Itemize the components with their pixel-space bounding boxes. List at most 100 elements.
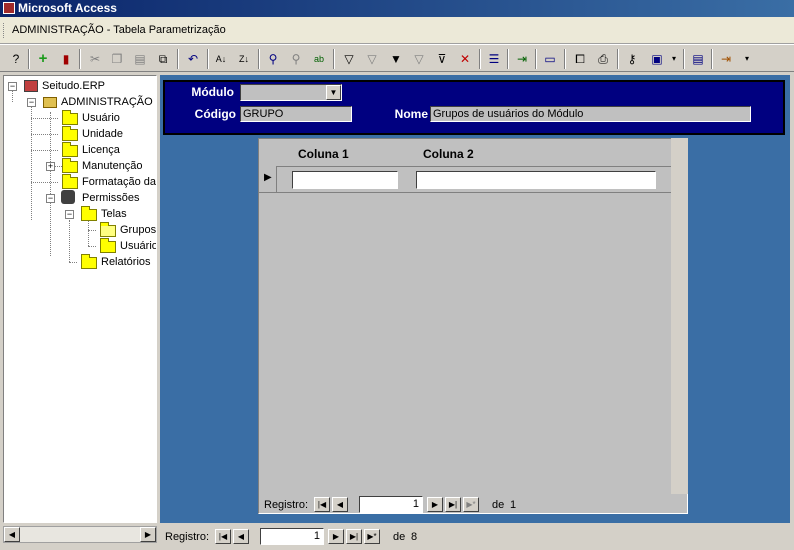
subform-nav-total: 1: [510, 499, 517, 511]
print-icon[interactable]: ⎙: [593, 49, 613, 69]
coluna2-input[interactable]: [416, 171, 656, 189]
tree-item-label: ADMINISTRAÇÃO: [61, 96, 153, 108]
new-record-icon[interactable]: +: [33, 49, 53, 69]
toolbar-separator: [79, 49, 81, 69]
subform-record-navigator: Registro: |◀ ◀ 1 ▶ ▶| ▶* de 1: [264, 496, 684, 514]
find-icon[interactable]: ⚲: [263, 49, 283, 69]
properties-icon[interactable]: ☰: [484, 49, 504, 69]
apply-filter-icon[interactable]: ▼: [386, 49, 406, 69]
modulo-label: Módulo: [191, 85, 234, 99]
scroll-right-icon[interactable]: ▶: [140, 527, 156, 542]
subform-nav-label: Registro:: [264, 499, 309, 511]
subform-record-number[interactable]: 1: [359, 496, 423, 513]
record-selector[interactable]: ▶: [259, 166, 277, 192]
toolbar-separator: [617, 49, 619, 69]
tree-item-unidade[interactable]: Unidade: [82, 126, 123, 142]
tree-item-manutencao[interactable]: Manutenção: [82, 158, 143, 174]
tree-item-permissoes[interactable]: Permissões: [82, 190, 139, 206]
codigo-field[interactable]: GRUPO: [240, 106, 352, 122]
tree-line: [69, 220, 70, 262]
form-view-icon[interactable]: ▭: [540, 49, 560, 69]
last-record-icon[interactable]: ▶|: [445, 497, 461, 512]
toolbar-overflow-icon[interactable]: ▾: [737, 49, 757, 69]
sort-ascending-icon[interactable]: A↓: [211, 49, 231, 69]
toolbar-separator: [711, 49, 713, 69]
tree-item-telas[interactable]: Telas: [101, 206, 127, 222]
filter-by-selection-icon[interactable]: ▽: [339, 49, 359, 69]
tree-collapse-icon[interactable]: −: [8, 82, 17, 91]
clear-filter-icon[interactable]: ✕: [455, 49, 475, 69]
modulo-combobox[interactable]: ▼: [240, 84, 342, 101]
tree-line: [88, 218, 89, 246]
tree-item-formatacao[interactable]: Formatação da: [82, 174, 156, 190]
tree-expand-icon[interactable]: +: [46, 162, 55, 171]
new-object-icon[interactable]: ⇥: [512, 49, 532, 69]
undo-icon[interactable]: ↶: [183, 49, 203, 69]
database-window-icon[interactable]: ⧠: [570, 49, 590, 69]
toolbar-separator: [177, 49, 179, 69]
previous-record-icon[interactable]: ◀: [332, 497, 348, 512]
last-record-icon[interactable]: ▶|: [346, 529, 362, 544]
subform-container: [258, 138, 688, 514]
tree-root[interactable]: Seitudo.ERP: [24, 78, 105, 94]
save-icon[interactable]: ▤: [688, 49, 708, 69]
first-record-icon[interactable]: |◀: [215, 529, 231, 544]
copy-icon[interactable]: ❐: [107, 49, 127, 69]
cut-icon[interactable]: ✂: [85, 49, 105, 69]
toolbar-separator: [479, 49, 481, 69]
first-record-icon[interactable]: |◀: [314, 497, 330, 512]
tree-line: [31, 118, 58, 119]
row-divider: [259, 192, 671, 193]
app-title-bar: Microsoft Access: [0, 0, 794, 17]
format-painter-icon[interactable]: ⧉: [153, 49, 173, 69]
paste-icon[interactable]: ▤: [130, 49, 150, 69]
filter-by-form-icon[interactable]: ▽: [362, 49, 382, 69]
tree-line: [50, 112, 51, 256]
tree-item-usuario[interactable]: Usuário: [82, 110, 120, 126]
new-record-nav-icon[interactable]: ▶*: [364, 529, 380, 544]
office-links-dropdown-icon[interactable]: ▾: [664, 49, 684, 69]
folder-icon: [100, 238, 116, 253]
nome-field[interactable]: Grupos de usuários do Módulo: [430, 106, 751, 122]
previous-record-icon[interactable]: ◀: [233, 529, 249, 544]
tree-collapse-icon[interactable]: −: [27, 98, 36, 107]
tree-horizontal-scrollbar[interactable]: ◀ ▶: [3, 526, 157, 543]
app-title: Microsoft Access: [18, 1, 117, 15]
tree-item-relatorios[interactable]: Relatórios: [101, 254, 151, 270]
coluna1-input[interactable]: [292, 171, 398, 189]
tree-item-usuarios[interactable]: Usuário: [120, 238, 156, 254]
tree-collapse-icon[interactable]: −: [65, 210, 74, 219]
main-toolbar: ? + ▮ ✂ ❐ ▤ ⧉ ↶ A↓ Z↓ ⚲ ⚲ ab ▽ ▽ ▼ ▽ ⊽ ✕…: [0, 44, 794, 72]
toolbar-separator: [507, 49, 509, 69]
chevron-down-icon[interactable]: ▼: [326, 85, 341, 100]
replace-icon[interactable]: ab: [309, 49, 329, 69]
tree-root-label: Seitudo.ERP: [42, 80, 105, 92]
tree-line: [88, 246, 96, 247]
navigation-tree[interactable]: − Seitudo.ERP − ADMINISTRAÇÃO Usuário Un…: [3, 75, 157, 523]
folder-icon: [81, 254, 97, 269]
next-record-icon[interactable]: ▶: [427, 497, 443, 512]
main-nav-label: Registro:: [165, 531, 210, 543]
tree-item-grupos[interactable]: Grupos: [120, 222, 156, 238]
next-record-icon[interactable]: ▶: [328, 529, 344, 544]
toolbar-separator: [207, 49, 209, 69]
toolbar-separator: [333, 49, 335, 69]
scroll-left-icon[interactable]: ◀: [4, 527, 20, 542]
exit-icon[interactable]: ⇥: [716, 49, 736, 69]
toolbar-grip[interactable]: [3, 23, 6, 38]
toolbar-separator: [535, 49, 537, 69]
tree-item-licenca[interactable]: Licença: [82, 142, 120, 158]
advanced-filter-icon[interactable]: ▽: [409, 49, 429, 69]
sort-descending-icon[interactable]: Z↓: [234, 49, 254, 69]
tree-collapse-icon[interactable]: −: [46, 194, 55, 203]
delete-record-icon[interactable]: ▮: [56, 49, 76, 69]
find-next-icon[interactable]: ⚲: [286, 49, 306, 69]
new-record-nav-icon[interactable]: ▶*: [463, 497, 479, 512]
tree-line: [54, 166, 62, 167]
key-icon[interactable]: ⚷: [622, 49, 642, 69]
main-record-number[interactable]: 1: [260, 528, 324, 545]
help-icon[interactable]: ?: [6, 49, 26, 69]
remove-filter-icon[interactable]: ⊽: [432, 49, 452, 69]
folder-icon: [62, 142, 78, 157]
tree-item-administracao[interactable]: ADMINISTRAÇÃO: [43, 94, 153, 110]
